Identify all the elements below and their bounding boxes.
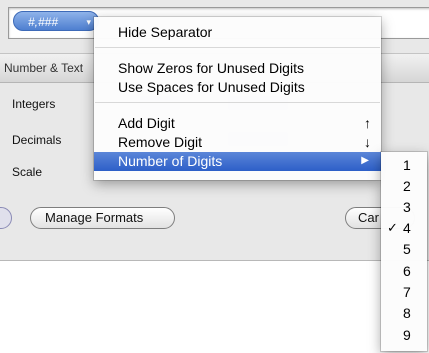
submenu-item-label: 8 (403, 305, 411, 321)
menu-item-label: Use Spaces for Unused Digits (118, 79, 305, 95)
submenu-item-2[interactable]: 2 (381, 177, 427, 195)
section-title: Number & Text (4, 61, 84, 75)
scale-label: Scale (12, 165, 43, 179)
submenu-item-label: 5 (403, 241, 411, 257)
format-menu: Hide Separator Show Zeros for Unused Dig… (94, 17, 381, 180)
menu-item-use-spaces[interactable]: Use Spaces for Unused Digits (94, 78, 381, 96)
menu-item-label: Number of Digits (118, 153, 223, 169)
submenu-item-9[interactable]: 9 (381, 326, 427, 344)
menu-separator (95, 47, 380, 48)
digits-submenu: 1 2 3 ✓ 4 5 6 7 8 9 (381, 152, 427, 351)
submenu-item-label: 4 (403, 220, 411, 236)
menu-item-label: Hide Separator (118, 24, 213, 40)
submenu-item-label: 1 (403, 157, 411, 173)
menu-item-add-digit[interactable]: Add Digit ↑ (94, 114, 381, 132)
arrow-down-icon: ↓ (364, 134, 371, 150)
submenu-item-label: 7 (403, 284, 411, 300)
submenu-item-label: 2 (403, 178, 411, 194)
manage-formats-button[interactable]: Manage Formats (30, 207, 175, 229)
menu-item-label: Remove Digit (118, 134, 203, 150)
menu-item-number-of-digits[interactable]: Number of Digits ▶ (94, 152, 381, 171)
submenu-item-5[interactable]: 5 (381, 240, 427, 258)
arrow-up-icon: ↑ (364, 115, 371, 131)
menu-separator (95, 102, 380, 103)
format-token-label: #,### (28, 15, 59, 29)
chevron-down-icon[interactable]: ▾ (86, 12, 91, 32)
submenu-arrow-icon: ▶ (361, 155, 369, 166)
menu-item-label: Show Zeros for Unused Digits (118, 60, 304, 76)
submenu-item-label: 6 (403, 263, 411, 279)
submenu-item-7[interactable]: 7 (381, 283, 427, 301)
submenu-item-label: 9 (403, 327, 411, 343)
submenu-item-label: 3 (403, 199, 411, 215)
format-token[interactable]: #,### ▾ (13, 11, 99, 31)
manage-formats-label: Manage Formats (45, 210, 144, 225)
decimals-label: Decimals (12, 133, 62, 147)
checkmark-icon: ✓ (387, 220, 398, 235)
menu-item-remove-digit[interactable]: Remove Digit ↓ (94, 133, 381, 151)
integers-label: Integers (12, 97, 56, 111)
submenu-item-8[interactable]: 8 (381, 304, 427, 322)
menu-item-show-zeros[interactable]: Show Zeros for Unused Digits (94, 59, 381, 77)
menu-item-label: Add Digit (118, 115, 175, 131)
submenu-item-3[interactable]: 3 (381, 198, 427, 216)
submenu-item-4[interactable]: ✓ 4 (381, 219, 427, 237)
cancel-label: Car (358, 210, 379, 225)
submenu-item-6[interactable]: 6 (381, 262, 427, 280)
menu-item-hide-separator[interactable]: Hide Separator (94, 23, 381, 41)
help-button[interactable] (0, 207, 12, 229)
submenu-item-1[interactable]: 1 (381, 156, 427, 174)
